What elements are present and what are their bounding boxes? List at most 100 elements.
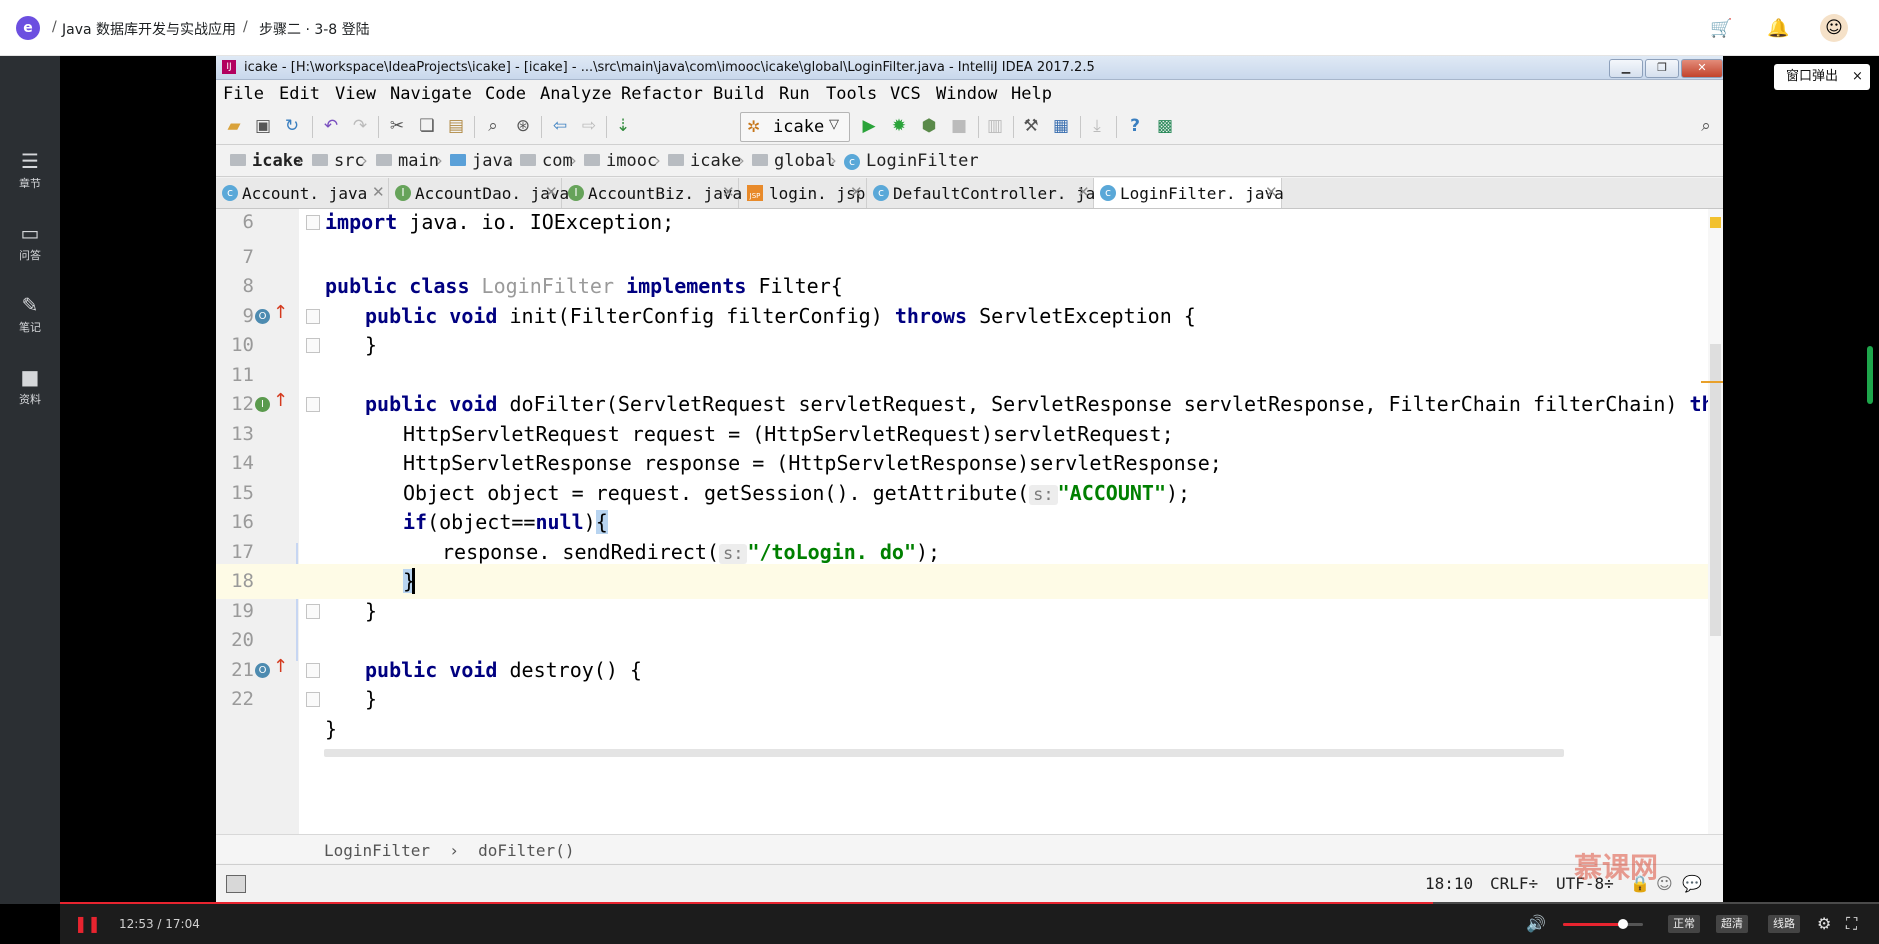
nav-item-main[interactable]: main bbox=[376, 151, 439, 171]
fold-marker-icon[interactable] bbox=[306, 692, 320, 707]
search-everywhere-icon[interactable]: ⌕ bbox=[1695, 115, 1717, 137]
close-icon[interactable]: × bbox=[1852, 64, 1863, 90]
event-log-icon[interactable]: 💬 bbox=[1682, 874, 1702, 893]
bell-icon[interactable]: 🔔 bbox=[1767, 18, 1789, 39]
tab-login-jsp[interactable]: JSP login. jsp ✕ bbox=[739, 178, 867, 208]
sync-icon[interactable]: ↻ bbox=[281, 115, 303, 137]
override-marker-icon[interactable]: O bbox=[255, 309, 270, 324]
run-icon[interactable]: ▶ bbox=[858, 115, 880, 137]
back-icon[interactable]: ⇦ bbox=[549, 115, 571, 137]
tab-defaultcontroller-java[interactable]: c DefaultController. java ✕ bbox=[867, 178, 1115, 208]
nav-item-loginfilter[interactable]: c LoginFilter bbox=[844, 151, 979, 171]
implements-arrow-icon[interactable]: ↑ bbox=[273, 303, 288, 323]
menu-refactor[interactable]: Refactor bbox=[621, 84, 703, 104]
nav-item-global[interactable]: global bbox=[752, 151, 835, 171]
side-drawer-handle[interactable] bbox=[1867, 346, 1873, 404]
popout-window-button[interactable]: 窗口弹出 × bbox=[1774, 64, 1870, 90]
redo-icon[interactable]: ↷ bbox=[349, 115, 371, 137]
menu-navigate[interactable]: Navigate bbox=[390, 84, 472, 104]
tab-loginfilter-java[interactable]: c LoginFilter. java ✕ bbox=[1094, 178, 1284, 208]
caret-position[interactable]: 18:10 bbox=[1425, 874, 1473, 893]
close-tab-icon[interactable]: ✕ bbox=[1265, 183, 1278, 201]
menu-view[interactable]: View bbox=[335, 84, 376, 104]
fold-marker-icon[interactable] bbox=[306, 397, 320, 412]
close-tab-icon[interactable]: ✕ bbox=[722, 183, 735, 201]
stop-icon[interactable]: ■ bbox=[948, 115, 970, 137]
project-structure-icon[interactable]: ▦ bbox=[1050, 115, 1072, 137]
gear-icon[interactable]: ⚙ bbox=[1817, 914, 1831, 933]
download-icon[interactable]: ⤓ bbox=[1086, 115, 1108, 137]
nav-item-java[interactable]: java bbox=[450, 151, 513, 171]
nav-item-imooc[interactable]: imooc bbox=[584, 151, 657, 171]
menu-edit[interactable]: Edit bbox=[279, 84, 320, 104]
replace-icon[interactable]: ⊛ bbox=[512, 115, 534, 137]
menu-help[interactable]: Help bbox=[1011, 84, 1052, 104]
debug-icon[interactable]: ✹ bbox=[888, 115, 910, 137]
warning-stripe-mark[interactable] bbox=[1701, 381, 1723, 383]
site-logo-icon[interactable]: e bbox=[16, 16, 40, 40]
line-separator[interactable]: CRLF÷ bbox=[1490, 874, 1538, 893]
run-configuration-select[interactable]: ✲ icake ▽ bbox=[740, 112, 850, 142]
fold-marker-icon[interactable] bbox=[306, 663, 320, 678]
restore-button[interactable]: ❐ bbox=[1645, 59, 1679, 78]
tab-accountdao-java[interactable]: I AccountDao. java ✕ bbox=[389, 178, 569, 208]
close-tab-icon[interactable]: ✕ bbox=[545, 183, 558, 201]
nav-item-icake-pkg[interactable]: icake bbox=[668, 151, 741, 171]
paste-icon[interactable]: ▤ bbox=[445, 115, 467, 137]
forward-icon[interactable]: ⇨ bbox=[578, 115, 600, 137]
undo-icon[interactable]: ↶ bbox=[320, 115, 342, 137]
menu-window[interactable]: Window bbox=[936, 84, 997, 104]
horizontal-scrollbar[interactable] bbox=[324, 749, 1564, 757]
volume-slider[interactable] bbox=[1563, 919, 1643, 929]
fold-marker-icon[interactable] bbox=[306, 604, 320, 619]
menu-build[interactable]: Build bbox=[713, 84, 764, 104]
open-icon[interactable]: ▰ bbox=[223, 115, 245, 137]
implements-arrow-icon[interactable]: ↑ bbox=[273, 657, 288, 677]
tool-windows-toggle-icon[interactable] bbox=[226, 875, 246, 893]
speed-normal-button[interactable]: 正常 bbox=[1668, 915, 1700, 933]
close-tab-icon[interactable]: ✕ bbox=[1077, 183, 1090, 201]
rail-item-chapter[interactable]: ☰ 章节 bbox=[0, 150, 60, 191]
rail-item-material[interactable]: ■ 资料 bbox=[0, 366, 60, 407]
menu-run[interactable]: Run bbox=[779, 84, 810, 104]
fold-marker-icon[interactable] bbox=[306, 215, 320, 230]
pause-icon[interactable]: ❚❚ bbox=[74, 914, 101, 933]
rail-item-qa[interactable]: ▭ 问答 bbox=[0, 222, 60, 263]
nav-item-icake[interactable]: icake bbox=[230, 151, 303, 171]
override-marker-icon[interactable]: O bbox=[255, 663, 270, 678]
settings-icon[interactable]: ⚒ bbox=[1020, 115, 1042, 137]
copy-icon[interactable]: ❏ bbox=[416, 115, 438, 137]
fold-marker-icon[interactable] bbox=[306, 338, 320, 353]
warning-marker-icon[interactable] bbox=[1710, 217, 1721, 228]
avatar[interactable]: ☺ bbox=[1820, 14, 1848, 42]
fold-marker-icon[interactable] bbox=[306, 309, 320, 324]
save-icon[interactable]: ▣ bbox=[252, 115, 274, 137]
vertical-scrollbar[interactable] bbox=[1710, 344, 1721, 636]
find-icon[interactable]: ⌕ bbox=[482, 115, 504, 137]
volume-knob[interactable] bbox=[1618, 919, 1628, 929]
rail-item-note[interactable]: ✎ 笔记 bbox=[0, 294, 60, 335]
close-tab-icon[interactable]: ✕ bbox=[850, 183, 863, 201]
menu-vcs[interactable]: VCS bbox=[890, 84, 921, 104]
nav-item-com[interactable]: com bbox=[520, 151, 573, 171]
vcs-icon[interactable]: ▥ bbox=[984, 115, 1006, 137]
help-icon[interactable]: ? bbox=[1124, 115, 1146, 137]
minimize-button[interactable]: ▁ bbox=[1609, 59, 1643, 78]
fullscreen-icon[interactable]: ⛶ bbox=[1846, 914, 1857, 934]
cart-icon[interactable]: 🛒 bbox=[1710, 18, 1732, 39]
menu-tools[interactable]: Tools bbox=[826, 84, 877, 104]
coverage-icon[interactable]: ⬢ bbox=[918, 115, 940, 137]
menu-file[interactable]: File bbox=[223, 84, 264, 104]
database-icon[interactable]: ▩ bbox=[1154, 115, 1176, 137]
menu-analyze[interactable]: Analyze bbox=[540, 84, 612, 104]
implements-arrow-icon[interactable]: ↑ bbox=[273, 391, 288, 411]
tab-account-java[interactable]: c Account. java ✕ bbox=[216, 178, 389, 208]
inspector-icon[interactable]: ☺ bbox=[1656, 874, 1673, 893]
code-editor[interactable]: 6 import java. io. IOException; 7 8 publ… bbox=[216, 209, 1723, 834]
menu-code[interactable]: Code bbox=[485, 84, 526, 104]
close-button[interactable]: ✕ bbox=[1681, 59, 1723, 78]
route-button[interactable]: 线路 bbox=[1768, 915, 1800, 933]
quality-hd-button[interactable]: 超清 bbox=[1716, 915, 1748, 933]
close-tab-icon[interactable]: ✕ bbox=[372, 183, 385, 201]
breadcrumb-course[interactable]: Java 数据库开发与实战应用 bbox=[62, 19, 236, 39]
